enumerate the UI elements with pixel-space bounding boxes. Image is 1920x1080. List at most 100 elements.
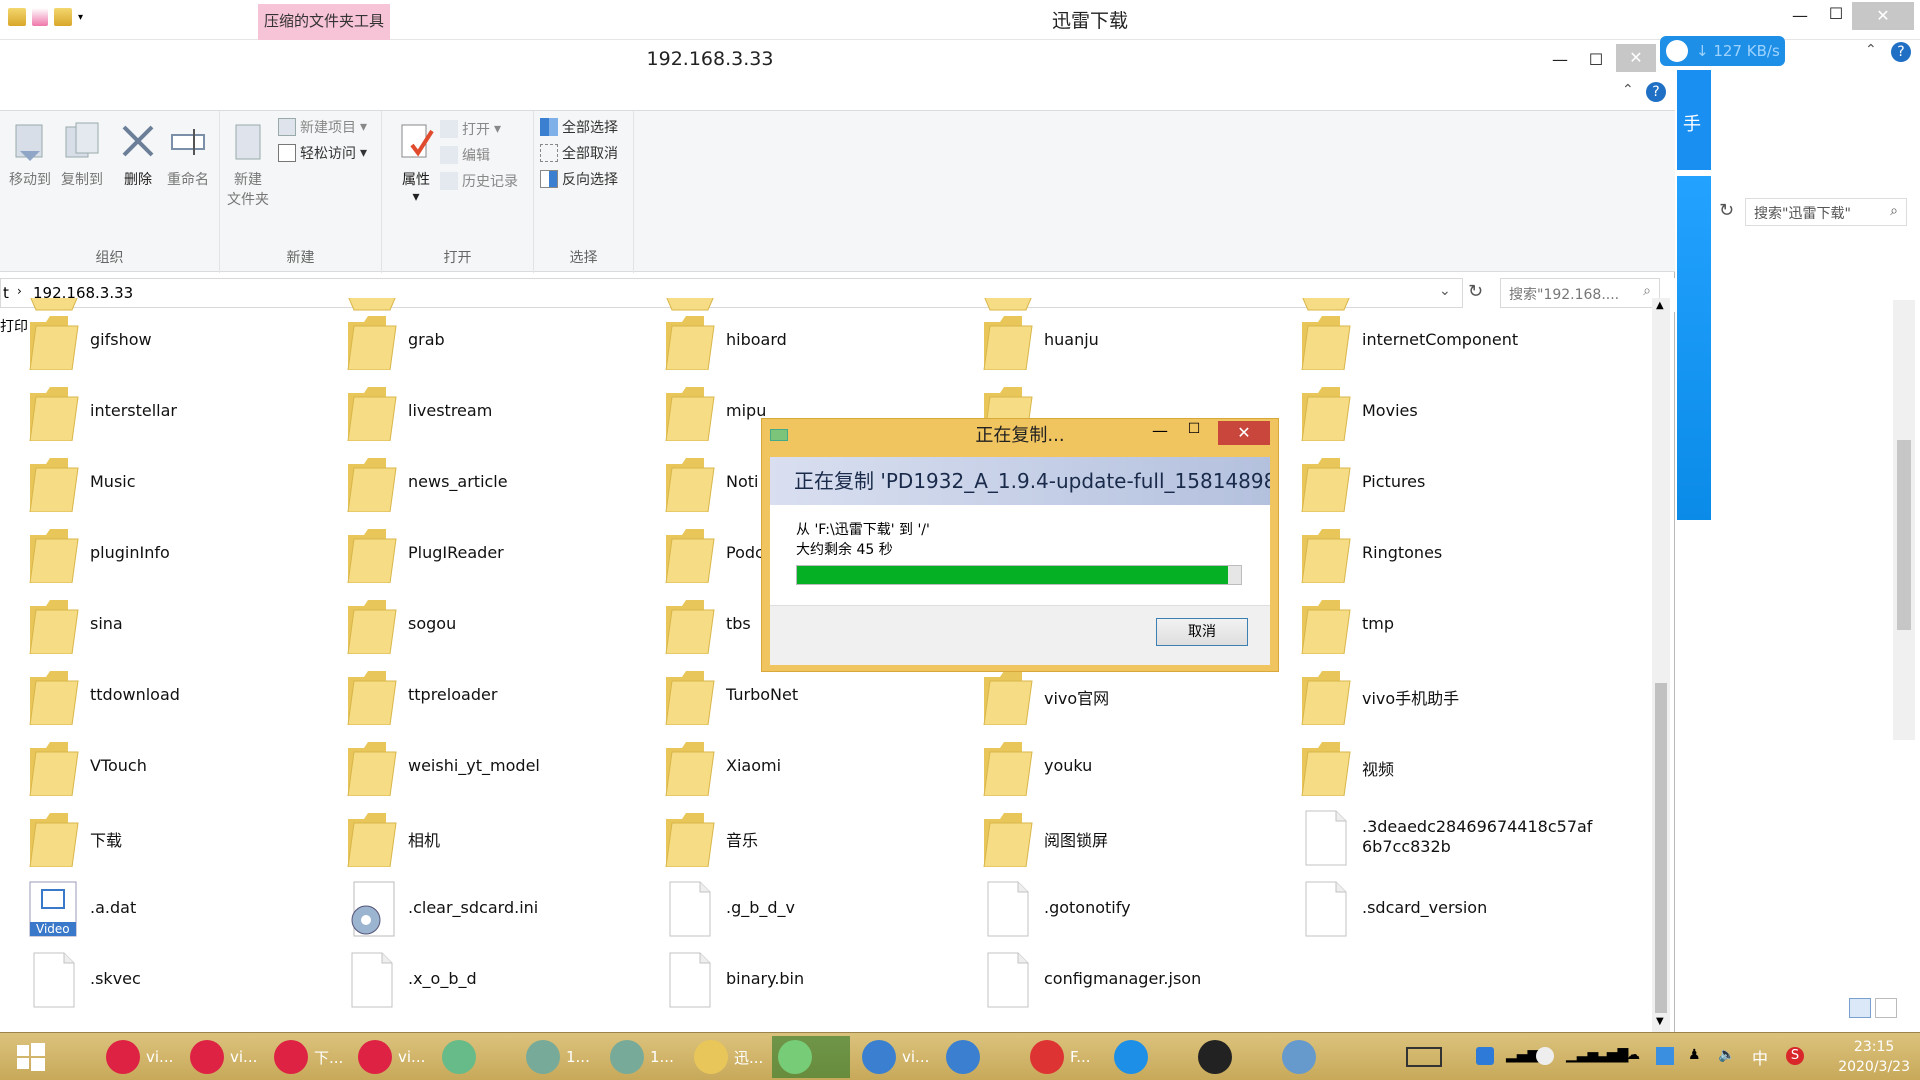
- file-item[interactable]: .sdcard_version: [1272, 874, 1590, 944]
- breadcrumb-chevron-icon[interactable]: ›: [17, 284, 22, 298]
- taskbar-app[interactable]: [1108, 1036, 1186, 1078]
- file-item[interactable]: pluginInfo: [0, 519, 318, 589]
- file-item[interactable]: .clear_sdcard.ini: [318, 874, 636, 944]
- file-item[interactable]: Xiaomi: [636, 732, 954, 802]
- file-item[interactable]: .g_b_d_v: [636, 874, 954, 944]
- file-item[interactable]: Ringtones: [1272, 519, 1590, 589]
- maximize-button[interactable]: ☐: [1816, 0, 1856, 28]
- vertical-scrollbar[interactable]: ▲ ▼: [1652, 298, 1670, 1032]
- taskbar-app[interactable]: [1192, 1036, 1270, 1078]
- scroll-up-icon[interactable]: ▲: [1656, 300, 1664, 311]
- xunlei-refresh-icon[interactable]: ↻: [1719, 200, 1734, 221]
- edit-button[interactable]: 编辑: [440, 145, 490, 165]
- xunlei-side-tab[interactable]: 手: [1677, 70, 1711, 170]
- file-item[interactable]: .skvec: [0, 945, 318, 1015]
- new-folder-button[interactable]: 新建 文件夹: [220, 121, 276, 209]
- taskbar-app[interactable]: 下...: [268, 1036, 346, 1078]
- keyboard-icon[interactable]: [1400, 1036, 1442, 1078]
- cancel-button[interactable]: 取消: [1156, 618, 1248, 646]
- taskbar-app[interactable]: [436, 1036, 514, 1078]
- new-folder-icon[interactable]: [54, 8, 72, 26]
- cloud-icon[interactable]: ☁: [1626, 1047, 1644, 1065]
- file-item[interactable]: Movies: [1272, 377, 1590, 447]
- taskbar-app[interactable]: 1...: [520, 1036, 598, 1078]
- file-item[interactable]: PlugIReader: [318, 519, 636, 589]
- clock[interactable]: 23:15 2020/3/23: [1838, 1037, 1910, 1077]
- file-item[interactable]: Pictures: [1272, 448, 1590, 518]
- details-view-icon[interactable]: [1849, 998, 1871, 1018]
- network-icon[interactable]: ▁▃▅: [1566, 1047, 1598, 1065]
- file-item[interactable]: .x_o_b_d: [318, 945, 636, 1015]
- minimize-button[interactable]: —: [1780, 2, 1820, 30]
- delete-button[interactable]: 删除: [110, 121, 166, 189]
- collapse-ribbon-icon[interactable]: ⌃: [1622, 82, 1634, 98]
- file-item[interactable]: youku: [954, 732, 1272, 802]
- file-item[interactable]: sogou: [318, 590, 636, 660]
- taskbar-app[interactable]: vi...: [856, 1036, 934, 1078]
- baidu-tray-icon[interactable]: [1536, 1047, 1554, 1065]
- explorer-minimize-button[interactable]: —: [1540, 46, 1580, 74]
- xunlei-speed-badge[interactable]: ↓ 127 KB/s: [1660, 36, 1785, 66]
- file-item[interactable]: internetComponent: [1272, 306, 1590, 376]
- file-item[interactable]: interstellar: [0, 377, 318, 447]
- history-button[interactable]: 历史记录: [440, 171, 518, 191]
- file-item[interactable]: .gotonotify: [954, 874, 1272, 944]
- open-button[interactable]: 打开 ▾: [440, 119, 501, 139]
- xunlei-collapse-icon[interactable]: ⌃: [1865, 42, 1877, 58]
- properties-button[interactable]: 属性 ▾: [388, 121, 444, 205]
- select-all-button[interactable]: 全部选择: [540, 117, 618, 137]
- help-icon[interactable]: ?: [1646, 82, 1666, 102]
- file-item[interactable]: sina: [0, 590, 318, 660]
- taskbar-app[interactable]: [1276, 1036, 1354, 1078]
- invert-selection-button[interactable]: 反向选择: [540, 169, 618, 189]
- file-item[interactable]: news_article: [318, 448, 636, 518]
- file-item[interactable]: VTouch: [0, 732, 318, 802]
- file-item[interactable]: ttpreloader: [318, 661, 636, 731]
- dialog-minimize-button[interactable]: —: [1146, 421, 1174, 445]
- file-item[interactable]: 音乐: [636, 803, 954, 873]
- address-dropdown-icon[interactable]: ⌄: [1439, 283, 1451, 299]
- move-to-button[interactable]: 移动到: [2, 121, 58, 189]
- xunlei-banner[interactable]: [1677, 176, 1711, 520]
- properties-icon[interactable]: [32, 8, 48, 26]
- file-item[interactable]: 阅图锁屏: [954, 803, 1272, 873]
- file-item[interactable]: gifshow: [0, 306, 318, 376]
- file-item[interactable]: grab: [318, 306, 636, 376]
- file-item[interactable]: huanju: [954, 306, 1272, 376]
- explorer-maximize-button[interactable]: ☐: [1576, 46, 1616, 74]
- dialog-maximize-button[interactable]: ☐: [1180, 421, 1208, 445]
- tiles-view-icon[interactable]: [1875, 998, 1897, 1018]
- xunlei-help-icon[interactable]: ?: [1891, 42, 1911, 62]
- taskbar-app[interactable]: vi...: [184, 1036, 262, 1078]
- taskbar-app[interactable]: 迅...: [688, 1036, 766, 1078]
- chevron-down-icon[interactable]: ▾: [78, 12, 83, 23]
- easy-access-button[interactable]: 轻松访问 ▾: [278, 143, 367, 163]
- compressed-folder-tools-tab[interactable]: 压缩的文件夹工具: [258, 4, 390, 40]
- taskbar-app[interactable]: [772, 1036, 850, 1078]
- taskbar-app[interactable]: vi...: [352, 1036, 430, 1078]
- start-button[interactable]: [8, 1036, 48, 1078]
- explorer-close-button[interactable]: ✕: [1616, 44, 1656, 72]
- file-item[interactable]: weishi_yt_model: [318, 732, 636, 802]
- close-button[interactable]: ✕: [1852, 2, 1914, 30]
- xunlei-scrollbar[interactable]: [1893, 300, 1915, 740]
- xunlei-scrollbar-thumb[interactable]: [1897, 440, 1911, 630]
- volume-icon[interactable]: 🔈: [1718, 1047, 1736, 1065]
- file-item[interactable]: configmanager.json: [954, 945, 1272, 1015]
- file-item[interactable]: binary.bin: [636, 945, 954, 1015]
- file-item[interactable]: vivo手机助手: [1272, 661, 1590, 731]
- display-icon[interactable]: [1656, 1047, 1674, 1065]
- select-none-button[interactable]: 全部取消: [540, 143, 618, 163]
- folder-icon[interactable]: [8, 8, 26, 26]
- file-item[interactable]: ttdownload: [0, 661, 318, 731]
- rename-button[interactable]: 重命名: [160, 121, 216, 189]
- scroll-down-icon[interactable]: ▼: [1656, 1016, 1664, 1027]
- taskbar-app[interactable]: [940, 1036, 1018, 1078]
- ime-indicator[interactable]: 中: [1752, 1045, 1768, 1069]
- taskbar-app[interactable]: F...: [1024, 1036, 1102, 1078]
- xunlei-search-input[interactable]: 搜索"迅雷下载" ⌕: [1745, 198, 1907, 226]
- file-item[interactable]: 视频: [1272, 732, 1590, 802]
- file-item[interactable]: 相机: [318, 803, 636, 873]
- file-item[interactable]: .3deaedc28469674418c57af6b7cc832b: [1272, 803, 1592, 873]
- signal-icon[interactable]: ▂▄▆: [1506, 1047, 1538, 1065]
